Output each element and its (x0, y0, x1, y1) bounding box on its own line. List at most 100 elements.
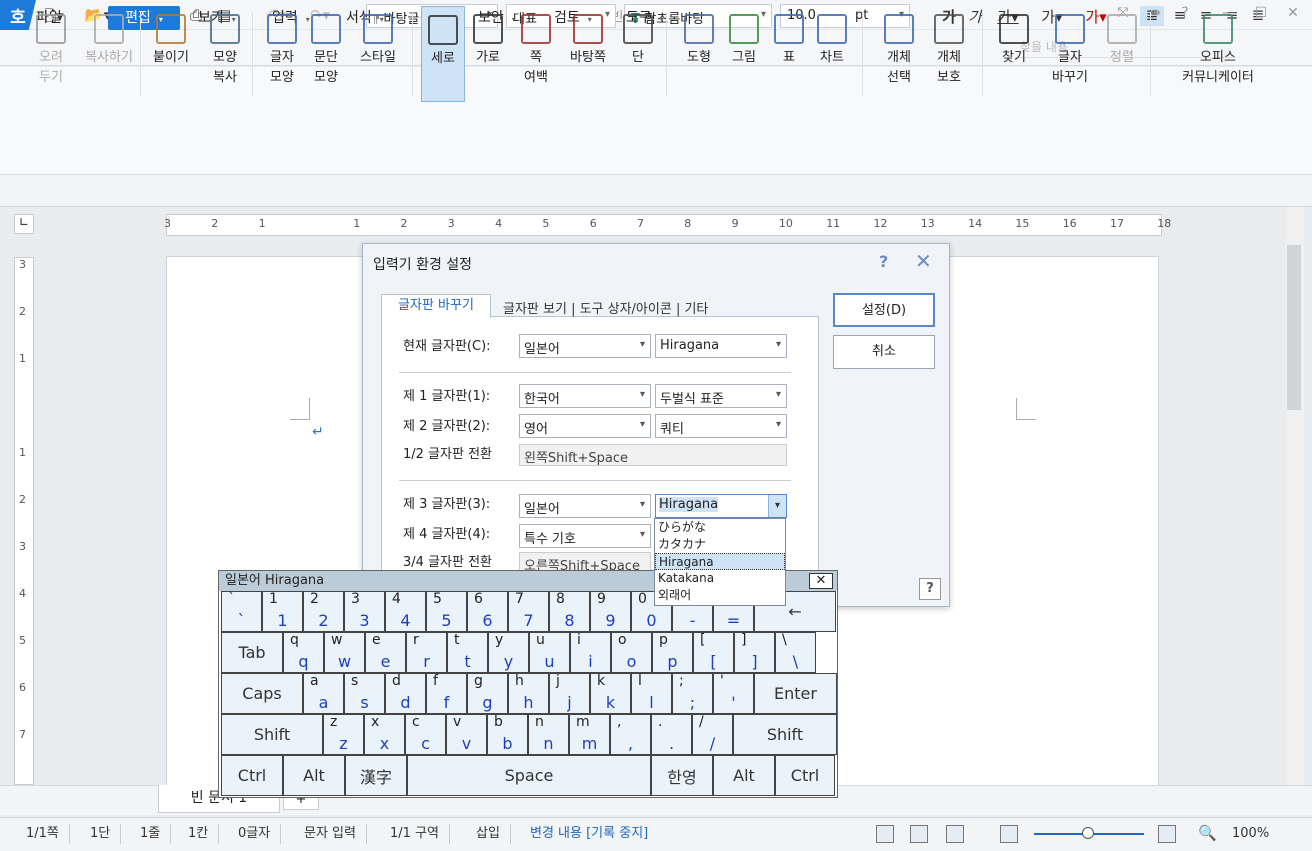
right-shift-key[interactable]: Shift (733, 714, 837, 755)
key[interactable]: pp (652, 632, 693, 673)
layout3-lang-select[interactable]: 일본어 (519, 494, 651, 518)
key[interactable]: ss (344, 673, 385, 714)
ribbon-table-button[interactable]: 표 (770, 6, 808, 102)
ribbon-copy-button[interactable]: 복사하기 (78, 6, 140, 102)
key[interactable]: ;; (672, 673, 713, 714)
dropdown-option[interactable]: 외래어 (655, 587, 785, 604)
ribbon-chart-button[interactable]: 차트 (812, 6, 852, 102)
close-icon[interactable]: ✕ (1282, 5, 1304, 21)
key[interactable]: ff (426, 673, 467, 714)
key[interactable]: 22 (303, 591, 344, 632)
layout1-lang-select[interactable]: 한국어 (519, 384, 651, 408)
key[interactable]: [[ (693, 632, 734, 673)
dropdown-option[interactable]: Hiragana (655, 553, 785, 570)
key[interactable]: 33 (344, 591, 385, 632)
space-key[interactable]: Space (407, 755, 651, 796)
key[interactable]: ]] (734, 632, 775, 673)
current-lang-select[interactable]: 일본어 (519, 334, 651, 358)
key[interactable]: yy (488, 632, 529, 673)
key[interactable]: ' ' (713, 673, 754, 714)
split-icon[interactable]: ⇹ (1144, 5, 1166, 21)
horizontal-ruler[interactable]: 3 2 1 1 2 3 4 5 6 7 8 9 10 11 12 13 14 15 16 17 18 (164, 214, 1171, 236)
ribbon-style-button[interactable]: 스타일 (352, 6, 404, 102)
key[interactable]: 99 (590, 591, 631, 632)
right-ctrl-key[interactable]: Ctrl (775, 755, 835, 796)
ribbon-binoculars-button[interactable]: 찾기 (992, 6, 1036, 102)
hanja-key[interactable]: 漢字 (345, 755, 407, 796)
key[interactable]: cc (405, 714, 446, 755)
key[interactable]: ee (365, 632, 406, 673)
ribbon-master-page-button[interactable]: 바탕쪽 (564, 6, 612, 102)
view-page-icon[interactable] (876, 825, 894, 843)
key[interactable]: mm (569, 714, 610, 755)
key[interactable]: ii (570, 632, 611, 673)
key[interactable]: .. (651, 714, 692, 755)
vertical-ruler[interactable]: 3 2 1 1 2 3 4 5 6 7 (14, 257, 34, 785)
key[interactable]: gg (467, 673, 508, 714)
left-ctrl-key[interactable]: Ctrl (221, 755, 283, 796)
ribbon-scissors-button[interactable]: 오려 두기 (28, 6, 74, 102)
zoom-icon[interactable]: 🔍 (1198, 824, 1217, 842)
tab-key[interactable]: Tab (221, 632, 283, 673)
view-width-icon[interactable] (910, 825, 928, 843)
key[interactable]: 55 (426, 591, 467, 632)
key[interactable]: aa (303, 673, 344, 714)
key[interactable]: zz (323, 714, 364, 755)
ribbon-sort-button[interactable]: 정렬 (1102, 6, 1142, 102)
key[interactable]: ` ` (221, 591, 262, 632)
key[interactable]: uu (529, 632, 570, 673)
key[interactable]: ,, (610, 714, 651, 755)
key[interactable]: 88 (549, 591, 590, 632)
key[interactable]: jj (549, 673, 590, 714)
key[interactable]: 77 (508, 591, 549, 632)
key[interactable]: / / (692, 714, 733, 755)
key[interactable]: qq (283, 632, 324, 673)
layout1-type-select[interactable]: 두벌식 표준 (655, 384, 787, 408)
cancel-button[interactable]: 취소 (833, 335, 935, 369)
ribbon-paste-button[interactable]: 붙이기 (146, 6, 196, 102)
left-alt-key[interactable]: Alt (283, 755, 345, 796)
ribbon-landscape-button[interactable]: 가로 (468, 6, 508, 102)
zoom-level[interactable]: 100% (1232, 824, 1279, 844)
status-change-tracking[interactable]: 변경 내용 [기록 중지] (530, 824, 658, 844)
layout2-type-select[interactable]: 쿼티 (655, 414, 787, 438)
key[interactable]: rr (406, 632, 447, 673)
key[interactable]: ll (631, 673, 672, 714)
key[interactable]: tt (447, 632, 488, 673)
key[interactable]: 44 (385, 591, 426, 632)
ribbon-format-copy-button[interactable]: 모양 복사 (200, 6, 250, 102)
close-icon[interactable]: ✕ (809, 573, 833, 589)
ribbon-char-shape-button[interactable]: 글자 모양 (262, 6, 302, 102)
zoom-slider-thumb[interactable] (1082, 827, 1094, 839)
key[interactable]: bb (487, 714, 528, 755)
chevron-down-icon[interactable]: ▾ (768, 495, 786, 517)
key[interactable]: vv (446, 714, 487, 755)
key[interactable]: xx (364, 714, 405, 755)
ribbon-columns-button[interactable]: 단 (616, 6, 660, 102)
dropdown-option[interactable]: Katakana (655, 570, 785, 587)
ruler-tab-icon[interactable]: ∟ (14, 214, 34, 234)
close-icon[interactable]: ✕ (915, 249, 932, 273)
ribbon-portrait-button[interactable]: 세로 (421, 6, 465, 102)
ribbon-page-margin-button[interactable]: 쪽 여백 (512, 6, 560, 102)
ribbon-object-select-button[interactable]: 개체 선택 (876, 6, 922, 102)
scrollbar-thumb[interactable] (1287, 245, 1301, 410)
key[interactable]: dd (385, 673, 426, 714)
ribbon-messenger-button[interactable]: 오피스 커뮤니케이터 (1168, 6, 1268, 102)
zoom-in-icon[interactable] (1158, 825, 1176, 843)
help-icon[interactable]: ? (879, 252, 888, 271)
dropdown-option[interactable]: ひらがな (655, 519, 785, 536)
current-layout-select[interactable]: Hiragana (655, 334, 787, 358)
key[interactable]: 11 (262, 591, 303, 632)
hangul-key[interactable]: 한영 (651, 755, 713, 796)
ribbon-paragraph-shape-button[interactable]: 문단 모양 (306, 6, 346, 102)
ribbon-object-protect-button[interactable]: 개체 보호 (926, 6, 972, 102)
zoom-out-icon[interactable] (1000, 825, 1018, 843)
key[interactable]: nn (528, 714, 569, 755)
help-icon[interactable]: ? (919, 578, 941, 600)
key[interactable]: kk (590, 673, 631, 714)
ribbon-picture-button[interactable]: 그림 (724, 6, 764, 102)
key[interactable]: hh (508, 673, 549, 714)
key[interactable]: 66 (467, 591, 508, 632)
right-alt-key[interactable]: Alt (713, 755, 775, 796)
